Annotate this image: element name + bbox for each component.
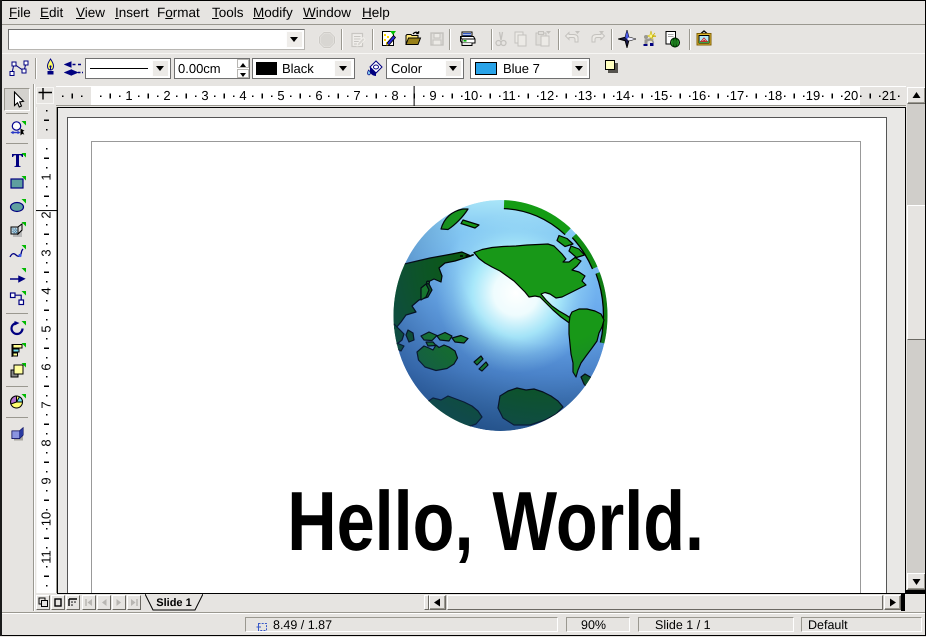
svg-text:1: 1 bbox=[125, 88, 132, 103]
svg-text:6: 6 bbox=[39, 363, 54, 370]
svg-text:19: 19 bbox=[806, 88, 820, 103]
svg-text:Hello, World.: Hello, World. bbox=[287, 474, 704, 568]
svg-text:2: 2 bbox=[39, 211, 54, 218]
svg-text:9: 9 bbox=[39, 477, 54, 484]
svg-text:7: 7 bbox=[39, 401, 54, 408]
svg-text:7: 7 bbox=[353, 88, 360, 103]
svg-text:8: 8 bbox=[39, 439, 54, 446]
svg-text:20: 20 bbox=[844, 88, 858, 103]
svg-text:13: 13 bbox=[578, 88, 592, 103]
svg-text:8: 8 bbox=[391, 88, 398, 103]
svg-text:16: 16 bbox=[692, 88, 706, 103]
svg-text:14: 14 bbox=[616, 88, 630, 103]
svg-text:9: 9 bbox=[429, 88, 436, 103]
svg-text:6: 6 bbox=[315, 88, 322, 103]
svg-text:18: 18 bbox=[768, 88, 782, 103]
svg-text:4: 4 bbox=[39, 287, 54, 294]
svg-text:1: 1 bbox=[39, 173, 54, 180]
svg-text:Slide 1: Slide 1 bbox=[156, 597, 191, 609]
svg-text:15: 15 bbox=[654, 88, 668, 103]
svg-text:3: 3 bbox=[39, 249, 54, 256]
svg-text:5: 5 bbox=[277, 88, 284, 103]
svg-text:11: 11 bbox=[39, 550, 54, 564]
svg-text:12: 12 bbox=[540, 88, 554, 103]
svg-text:11: 11 bbox=[502, 88, 516, 103]
svg-text:4: 4 bbox=[239, 88, 246, 103]
svg-text:10: 10 bbox=[464, 88, 478, 103]
svg-text:3: 3 bbox=[201, 88, 208, 103]
svg-text:17: 17 bbox=[730, 88, 744, 103]
svg-text:5: 5 bbox=[39, 325, 54, 332]
svg-text:10: 10 bbox=[39, 512, 54, 526]
svg-text:2: 2 bbox=[163, 88, 170, 103]
svg-text:21: 21 bbox=[882, 88, 896, 103]
